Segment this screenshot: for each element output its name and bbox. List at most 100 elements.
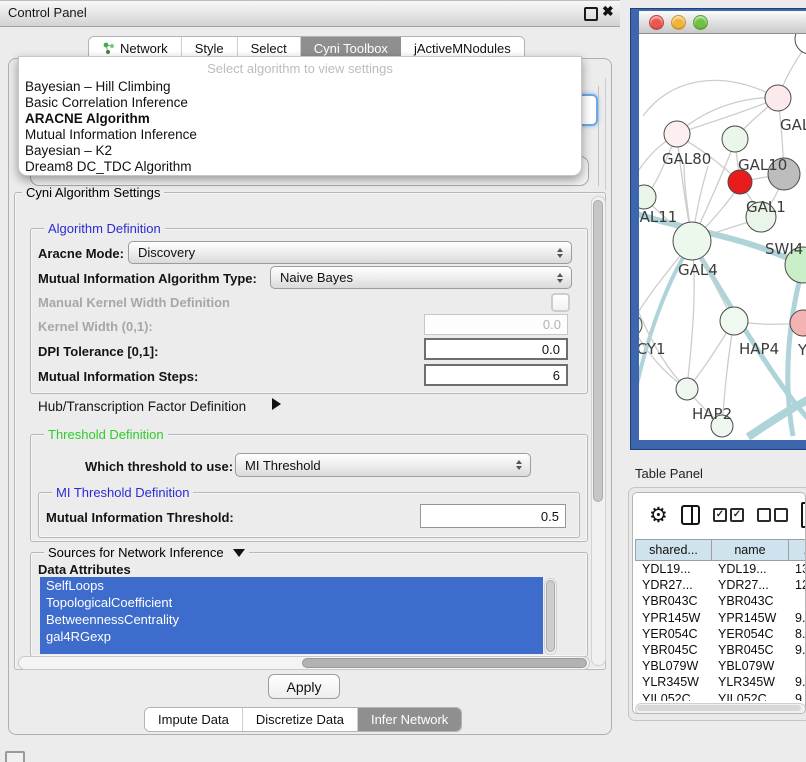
settings-horizontal-scrollbar[interactable] [18, 656, 590, 670]
sources-group-title: Sources for Network Inference [44, 545, 249, 560]
table-row[interactable]: YIL052CYIL052C9 [635, 691, 805, 702]
mi-steps-label: Mutual Information Steps: [38, 369, 198, 384]
column-header-shared-[interactable]: shared... [636, 540, 712, 560]
table-cell: 8. [788, 627, 805, 641]
network-node-gal[interactable] [765, 85, 791, 111]
stepper-arrows-icon [552, 273, 568, 283]
table-row[interactable]: YPR145WYPR145W9. [635, 610, 805, 626]
algorithm-option-bayesian-k2[interactable]: Bayesian – K2 [19, 143, 581, 159]
mi-steps-field[interactable]: 6 [424, 364, 568, 386]
tab-label: Impute Data [158, 712, 229, 727]
document-icon[interactable] [801, 502, 806, 528]
mutual-information-threshold-field[interactable]: 0.5 [420, 504, 566, 528]
network-node-hap4[interactable] [720, 307, 748, 335]
attributes-list-scrollbar[interactable] [544, 578, 557, 655]
obscured-group-border-fragment [605, 78, 606, 190]
apply-button[interactable]: Apply [268, 674, 340, 699]
table-row[interactable]: YER054CYER054C8. [635, 626, 805, 642]
tab-infer-network[interactable]: Infer Network [358, 708, 461, 731]
tab-discretize-data[interactable]: Discretize Data [243, 708, 358, 731]
algorithm-option-dream8-dc-tdc-algorithm[interactable]: Dream8 DC_TDC Algorithm [19, 159, 581, 175]
node-label: GAL1 [746, 198, 786, 216]
table-row[interactable]: YDR27...YDR27...12 [635, 577, 805, 593]
table-cell: YIL052C [711, 692, 788, 701]
table-row[interactable]: YBL079WYBL079W [635, 658, 805, 674]
table-cell: 12 [788, 578, 805, 592]
table-cell: 9. [788, 611, 805, 625]
algorithm-option-basic-correlation-inference[interactable]: Basic Correlation Inference [19, 95, 581, 111]
table-cell: YPR145W [711, 611, 788, 625]
node-label: HAP2 [692, 405, 732, 423]
table-cell: YLR345W [711, 675, 788, 689]
algorithm-option-bayesian-hill-climbing[interactable]: Bayesian – Hill Climbing [19, 79, 581, 95]
settings-horizontal-scrollbar-thumb[interactable] [302, 658, 587, 668]
minimize-traffic-light-icon[interactable] [671, 15, 686, 30]
settings-vertical-scrollbar[interactable] [591, 196, 606, 666]
kernel-width-label: Kernel Width (0,1): [38, 319, 153, 334]
node-label: GAL4 [678, 261, 718, 279]
data-attribute-option[interactable]: BetweennessCentrality [40, 611, 543, 628]
sources-title-text: Sources for Network Inference [48, 545, 224, 560]
table-cell: YPR145W [635, 611, 711, 625]
network-node-gal10[interactable] [722, 126, 748, 152]
settings-vertical-scrollbar-thumb[interactable] [593, 200, 603, 502]
which-threshold-select[interactable]: MI Threshold [235, 453, 531, 477]
tab-label: Discretize Data [256, 712, 344, 727]
float-window-button[interactable] [584, 7, 598, 21]
network-node-gal11[interactable] [639, 185, 656, 209]
network-edge [748, 392, 806, 437]
table-body: YDL19...YDL19...13YDR27...YDR27...12YBR0… [635, 561, 805, 701]
tab-impute-data[interactable]: Impute Data [145, 708, 243, 731]
network-node-gal4[interactable] [673, 222, 711, 260]
data-attribute-option[interactable]: TopologicalCoefficient [40, 594, 543, 611]
unchecked-pair-icon[interactable] [757, 508, 788, 522]
close-panel-icon[interactable]: ✖ [602, 3, 614, 20]
table-row[interactable]: YBR043CYBR043C [635, 593, 805, 609]
node-label: GAL [780, 116, 806, 134]
manual-kernel-width-checkbox[interactable] [551, 293, 570, 312]
table-cell: YDL19... [635, 562, 711, 576]
checked-pair-icon[interactable]: ✓✓ [713, 508, 744, 522]
attributes-list-scrollbar-thumb[interactable] [546, 580, 555, 652]
gear-icon[interactable]: ⚙ [649, 505, 668, 526]
zoom-traffic-light-icon[interactable] [693, 15, 708, 30]
table-cell: YBR043C [635, 594, 711, 608]
data-attributes-label: Data Attributes [38, 562, 131, 577]
column-header-name[interactable]: name [712, 540, 789, 560]
network-node-gal80[interactable] [664, 121, 690, 147]
algorithm-option-aracne-algorithm[interactable]: ARACNE Algorithm [19, 111, 581, 127]
algorithm-definition-title: Algorithm Definition [44, 221, 165, 236]
table-cell: YLR345W [635, 675, 711, 689]
dpi-tolerance-field[interactable]: 0.0 [424, 338, 568, 360]
docked-panel-icon[interactable] [5, 751, 25, 762]
algorithm-option-mutual-information-inference[interactable]: Mutual Information Inference [19, 127, 581, 143]
node-label: GAL10 [738, 156, 787, 174]
aracne-mode-select[interactable]: Discovery [128, 241, 572, 264]
network-node-hap2[interactable] [676, 378, 698, 400]
close-traffic-light-icon[interactable] [649, 15, 664, 30]
table-horizontal-scrollbar[interactable] [635, 703, 806, 714]
table-row[interactable]: YBR045CYBR045C9. [635, 642, 805, 658]
network-window-titlebar [639, 11, 806, 34]
algorithm-select-placeholder: Select algorithm to view settings [19, 61, 581, 76]
data-attribute-option[interactable]: gal4RGexp [40, 628, 543, 645]
mi-algorithm-type-select[interactable]: Naive Bayes [270, 266, 572, 289]
columns-icon[interactable] [681, 505, 700, 525]
network-node[interactable] [795, 34, 806, 54]
kernel-width-field[interactable]: 0.0 [424, 314, 568, 335]
table-horizontal-scrollbar-thumb[interactable] [637, 705, 801, 711]
data-attribute-option[interactable]: SelfLoops [40, 577, 543, 594]
tab-label: jActiveMNodules [414, 41, 511, 56]
node-label: SWI4 [765, 240, 803, 258]
table-row[interactable]: YLR345WYLR345W9. [635, 674, 805, 690]
network-canvas[interactable]: GALGAL80GAL10GAL1GAL11GAL4SWI4GCY1HAP4YH… [639, 34, 806, 441]
data-attributes-list[interactable]: SelfLoopsTopologicalCoefficientBetweenne… [40, 577, 543, 654]
table-panel-title: Table Panel [635, 466, 703, 481]
table-row[interactable]: YDL19...YDL19...13 [635, 561, 805, 577]
table-cell: 9 [788, 692, 805, 701]
column-header-a[interactable]: A [789, 540, 805, 560]
expand-arrow-icon[interactable] [272, 398, 281, 410]
network-view-window[interactable]: GALGAL80GAL10GAL1GAL11GAL4SWI4GCY1HAP4YH… [631, 9, 806, 449]
collapse-arrow-icon[interactable] [233, 549, 245, 557]
stepper-arrows-icon [511, 460, 527, 470]
